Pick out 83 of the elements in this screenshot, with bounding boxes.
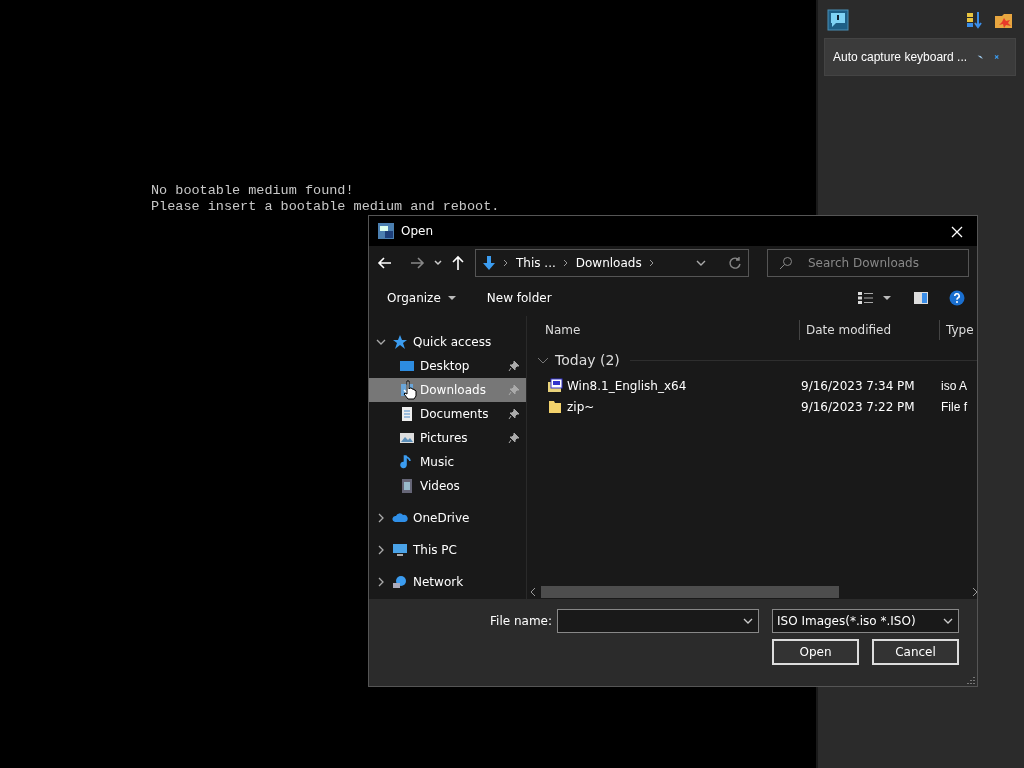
network-icon <box>392 574 408 590</box>
field-label: File name: <box>490 614 552 628</box>
forward-icon[interactable] <box>409 255 425 271</box>
disc-image-icon <box>547 377 563 394</box>
file-name: zip~ <box>567 399 595 414</box>
desktop-icon <box>399 358 415 374</box>
file-row[interactable]: Win8.1_English_x64 9/16/2023 7:34 PM iso A <box>527 375 977 396</box>
address-bar[interactable]: This ... Downloads <box>475 249 749 277</box>
chevron-right-icon[interactable] <box>503 259 509 267</box>
tree-item[interactable]: Quick access <box>369 330 526 354</box>
message-icon[interactable] <box>827 9 849 31</box>
organize-button[interactable]: Organize <box>387 291 457 305</box>
type-cell-text: File f <box>941 399 968 414</box>
help-icon[interactable] <box>949 290 965 306</box>
date-cell-text: 9/16/2023 7:22 PM <box>801 399 916 414</box>
back-icon[interactable] <box>377 255 393 271</box>
folder-item[interactable]: Documents <box>369 402 526 426</box>
chevron-down-icon[interactable] <box>695 258 707 268</box>
console-text: Please insert a bootable medium and reboot. <box>151 199 500 215</box>
view-options-icon[interactable] <box>857 291 893 305</box>
item-label: Desktop <box>420 359 471 373</box>
window-title: Open <box>401 224 434 238</box>
chevron-right-icon[interactable] <box>562 259 569 267</box>
computer-icon <box>392 542 408 558</box>
folder-item[interactable]: Downloads <box>369 378 526 402</box>
item-label: Downloads <box>420 383 487 397</box>
scrollbar-thumb[interactable] <box>541 586 839 598</box>
chevron-right-icon[interactable] <box>648 259 655 267</box>
up-icon[interactable] <box>451 255 465 271</box>
folder-icon <box>547 398 563 415</box>
notification-text: Auto capture keyboard ... <box>833 50 968 64</box>
folder-item[interactable]: Videos <box>369 474 526 498</box>
sort-icon[interactable] <box>966 11 984 29</box>
file-row[interactable]: zip~ 9/16/2023 7:22 PM File f <box>527 396 977 417</box>
item-label: Music <box>420 455 456 469</box>
scroll-left-icon[interactable] <box>529 587 537 597</box>
caret-icon[interactable] <box>446 295 457 301</box>
cancel-button[interactable]: Cancel <box>872 639 959 665</box>
file-name-field[interactable] <box>557 609 759 633</box>
folder-item[interactable]: Desktop <box>369 354 526 378</box>
item-label: Documents <box>420 407 490 421</box>
column-header[interactable]: Date modified <box>799 319 939 340</box>
resize-grip-icon[interactable] <box>967 676 975 684</box>
close-icon[interactable] <box>951 225 963 238</box>
folder-item[interactable]: Pictures <box>369 426 526 450</box>
tree-item[interactable]: OneDrive <box>369 506 526 530</box>
folder-icon[interactable] <box>994 11 1014 29</box>
date-cell-text: 9/16/2023 7:34 PM <box>801 378 916 393</box>
caret-icon[interactable] <box>433 258 443 268</box>
item-label: OneDrive <box>413 511 471 525</box>
item-label: Videos <box>420 479 461 493</box>
open-button[interactable]: Open <box>772 639 859 665</box>
chevron-down-icon[interactable] <box>742 617 754 625</box>
column-header[interactable]: Type <box>939 319 977 340</box>
chevron-down-icon[interactable] <box>942 617 954 625</box>
hand-cursor-icon <box>403 380 417 400</box>
type-cell-text: iso A <box>941 378 968 393</box>
folder-item[interactable]: Music <box>369 450 526 474</box>
tree-item[interactable]: Network <box>369 570 526 594</box>
console-text: No bootable medium found! <box>151 183 355 199</box>
preview-pane-icon[interactable] <box>913 291 929 305</box>
scroll-right-icon[interactable] <box>971 587 977 597</box>
item-label: Network <box>413 575 465 589</box>
search-icon <box>779 256 793 270</box>
item-label: This PC <box>413 543 458 557</box>
item-label: Pictures <box>420 431 469 445</box>
file-name: Win8.1_English_x64 <box>567 378 687 393</box>
download-icon <box>482 255 496 271</box>
search-field[interactable]: Search Downloads <box>767 249 969 277</box>
new-folder-button[interactable]: New folder <box>486 291 552 305</box>
app-icon <box>377 222 395 240</box>
star-icon <box>392 334 408 350</box>
tree-item[interactable]: This PC <box>369 538 526 562</box>
video-icon <box>399 478 415 494</box>
item-label: Quick access <box>413 335 493 349</box>
breadcrumb[interactable]: This ... <box>516 256 556 270</box>
breadcrumb[interactable]: Downloads <box>575 256 642 270</box>
file-type-dropdown[interactable]: ISO Images(*.iso *.ISO) <box>772 609 959 633</box>
column-header[interactable]: Name <box>539 322 799 337</box>
group-header[interactable]: Today (2) <box>555 352 620 368</box>
document-icon <box>399 406 415 422</box>
refresh-icon[interactable] <box>728 256 742 270</box>
pictures-icon <box>399 430 415 446</box>
